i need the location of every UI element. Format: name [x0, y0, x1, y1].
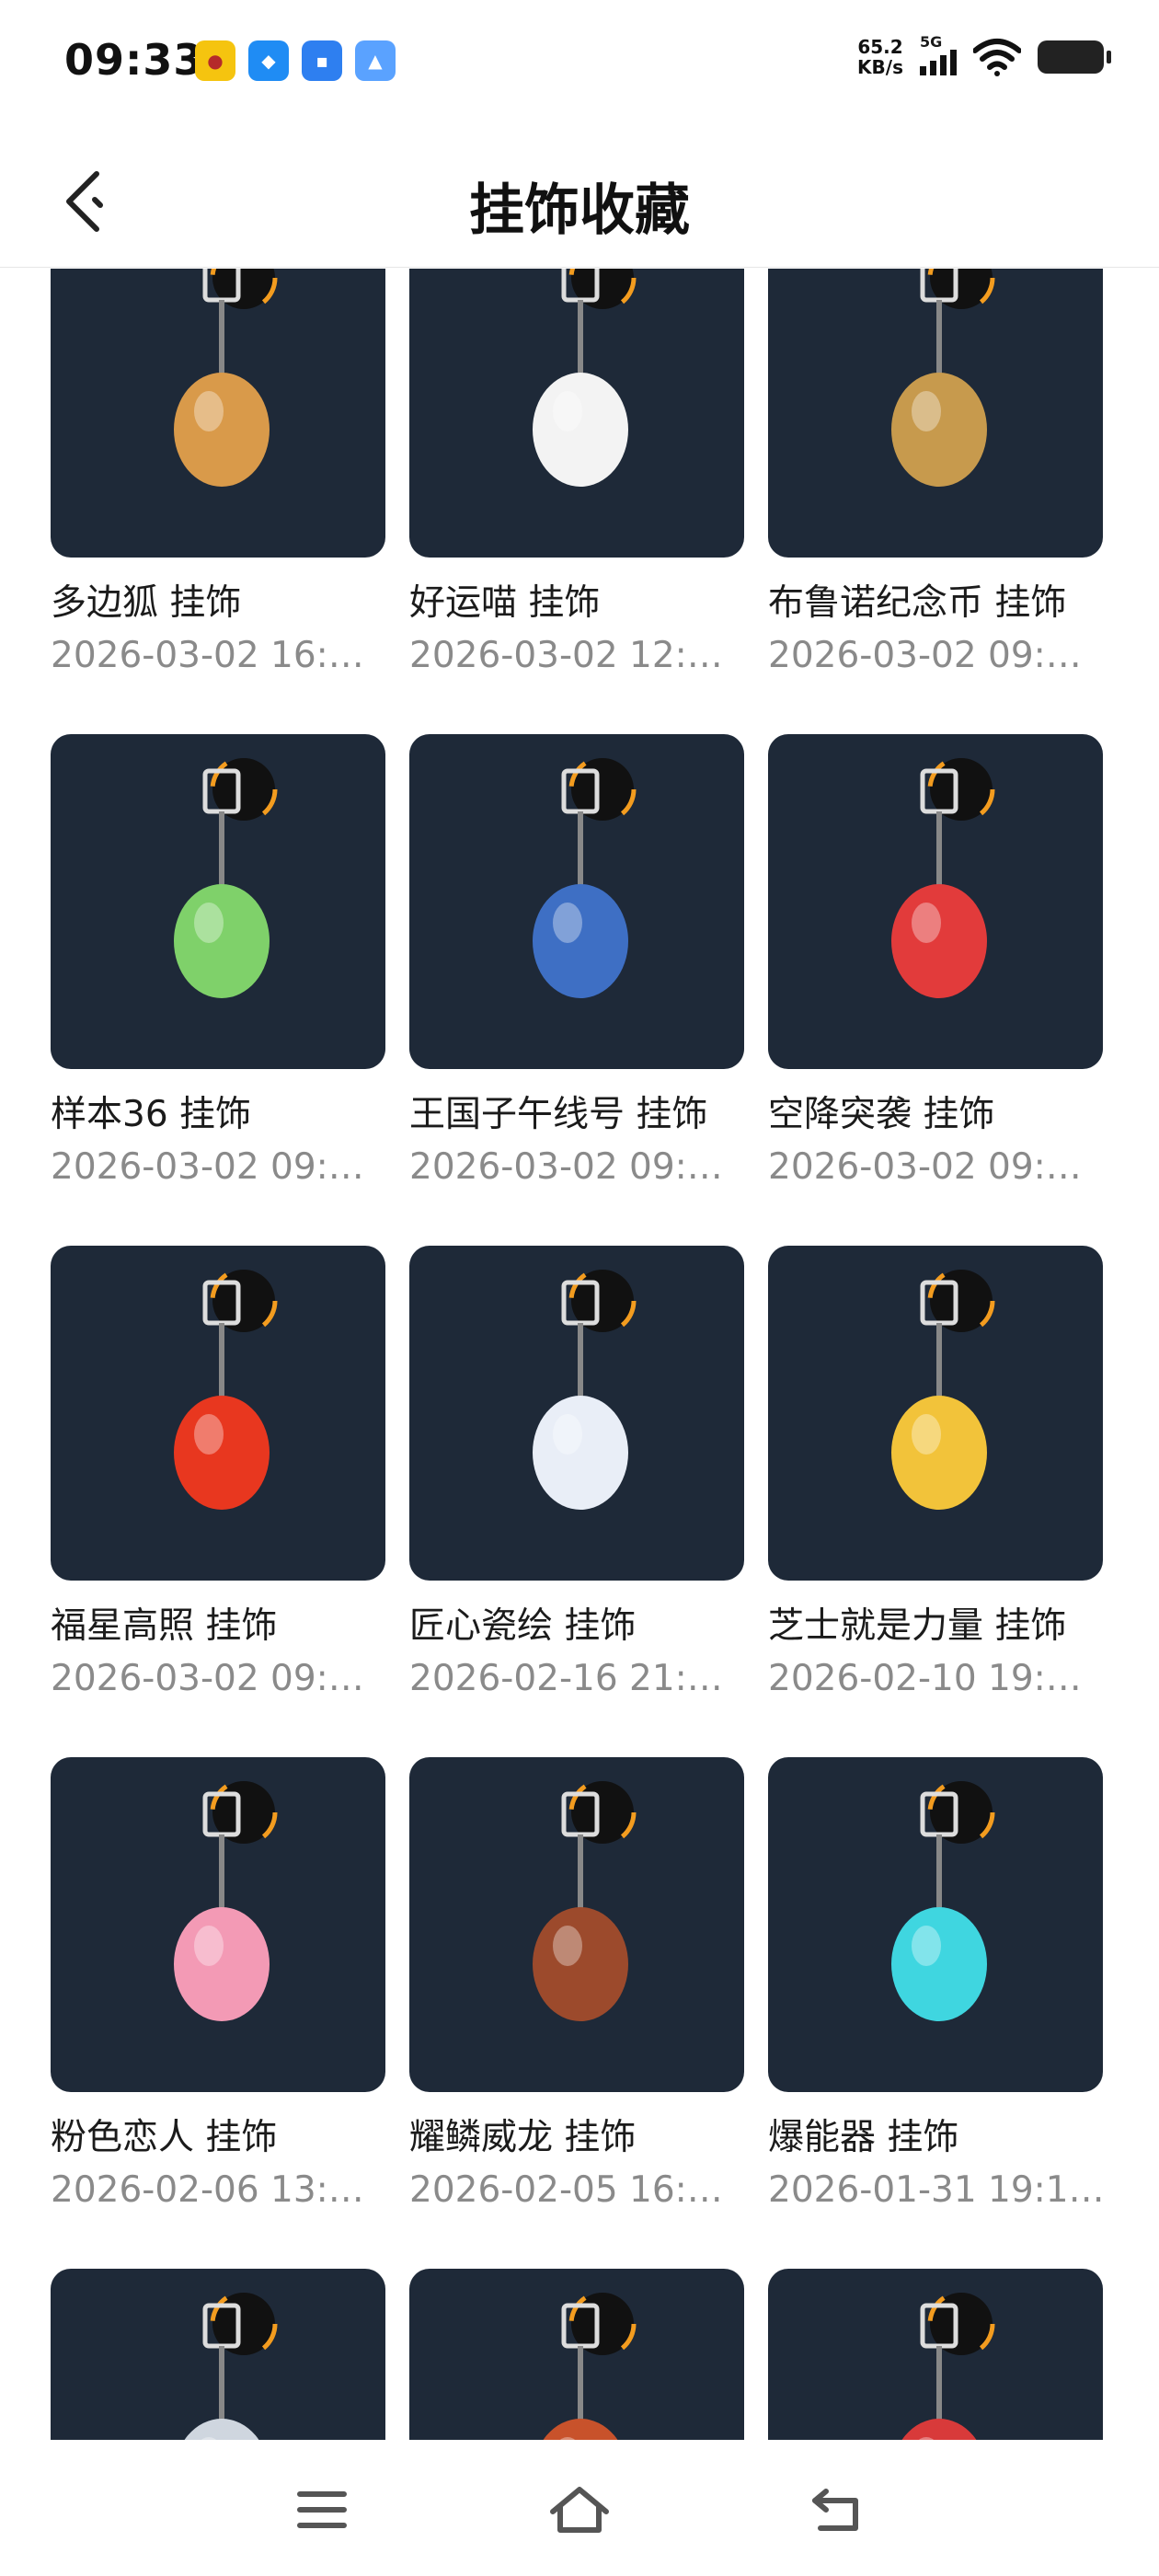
charm-acquired-time: 2026-01-31 19:1… — [768, 2169, 1103, 2211]
collection-card[interactable]: 爆能器 挂饰 2026-01-31 19:1… — [768, 1757, 1103, 2211]
charm-name: 多边狐 挂饰 — [51, 582, 242, 624]
collection-card[interactable]: 王国子午线号 挂饰 2026-03-02 09:… — [409, 734, 744, 1188]
collection-card[interactable]: 样本36 挂饰 2026-03-02 09:… — [51, 734, 385, 1188]
charm-acquired-time: 2026-03-02 09:… — [51, 1658, 364, 1699]
charm-thumbnail — [768, 734, 1103, 1069]
collection-card[interactable]: 匠心瓷绘 挂饰 2026-02-16 21:… — [409, 1246, 744, 1699]
collection-card[interactable]: 布鲁诺纪念币 挂饰 2026-03-02 09:… — [768, 269, 1103, 676]
collection-card[interactable] — [409, 2269, 744, 2440]
charm-acquired-time: 2026-03-02 09:… — [768, 635, 1082, 676]
network-speed-unit: KB/s — [857, 56, 903, 78]
page-title: 挂饰收藏 — [469, 178, 690, 243]
status-app-icons: ● ◆ ▪ ▲ — [195, 40, 396, 81]
charm-thumbnail — [409, 2269, 744, 2440]
charm-name: 耀鳞威龙 挂饰 — [409, 2117, 637, 2158]
charm-image — [891, 1778, 995, 2021]
chat-app-icon: ▪ — [302, 40, 342, 81]
charm-name: 好运喵 挂饰 — [409, 582, 601, 624]
du-app-icon: ◆ — [248, 40, 289, 81]
charm-thumbnail — [409, 734, 744, 1069]
charm-acquired-time: 2026-02-06 13:… — [51, 2169, 364, 2211]
collection-list[interactable]: 多边狐 挂饰 2026-03-02 16:… 好运喵 挂饰 2026-03-02 12… — [0, 269, 1159, 2440]
home-button[interactable] — [538, 2473, 621, 2547]
charm-image — [543, 2290, 637, 2440]
charm-acquired-time: 2026-03-02 12:… — [409, 635, 723, 676]
charm-name: 样本36 挂饰 — [51, 1094, 252, 1135]
charm-name: 匠心瓷绘 挂饰 — [409, 1605, 637, 1647]
battery-icon — [1038, 40, 1111, 74]
charm-name: 空降突袭 挂饰 — [768, 1094, 995, 1135]
charm-acquired-time: 2026-03-02 09:… — [51, 1146, 364, 1188]
collection-card[interactable]: 福星高照 挂饰 2026-03-02 09:… — [51, 1246, 385, 1699]
charm-thumbnail — [768, 1246, 1103, 1581]
charm-name: 芝士就是力量 挂饰 — [768, 1605, 1067, 1647]
collection-card[interactable] — [51, 2269, 385, 2440]
files-app-icon: ▲ — [355, 40, 396, 81]
cellular-signal-icon: 5G — [920, 33, 957, 75]
back-icon — [812, 2489, 858, 2531]
system-nav-bar — [0, 2440, 1159, 2576]
charm-thumbnail — [51, 1246, 385, 1581]
charm-image — [174, 755, 278, 998]
status-indicators: 65.2 KB/s 5G — [857, 33, 1111, 77]
collection-card[interactable]: 好运喵 挂饰 2026-03-02 12:… — [409, 269, 744, 676]
charm-acquired-time: 2026-02-16 21:… — [409, 1658, 723, 1699]
status-time: 09:33 — [64, 35, 204, 85]
status-bar: 09:33 ● ◆ ▪ ▲ 65.2 KB/s 5G — [0, 0, 1159, 129]
charm-acquired-time: 2026-03-02 09:… — [768, 1146, 1082, 1188]
charm-thumbnail — [768, 1757, 1103, 2092]
collection-card[interactable]: 多边狐 挂饰 2026-03-02 16:… — [51, 269, 385, 676]
charm-thumbnail — [409, 269, 744, 558]
charm-acquired-time: 2026-03-02 09:… — [409, 1146, 723, 1188]
charm-acquired-time: 2026-02-10 19:… — [768, 1658, 1082, 1699]
charm-image — [184, 2290, 278, 2440]
charm-image — [891, 269, 995, 487]
charm-image — [533, 755, 637, 998]
collection-card[interactable]: 耀鳞威龙 挂饰 2026-02-05 16:… — [409, 1757, 744, 2211]
charm-thumbnail — [51, 1757, 385, 2092]
collection-card[interactable] — [768, 2269, 1103, 2440]
charm-thumbnail — [409, 1757, 744, 2092]
charm-thumbnail — [768, 2269, 1103, 2440]
charm-image — [174, 269, 278, 487]
back-nav-button[interactable] — [796, 2473, 878, 2547]
collection-card[interactable]: 粉色恋人 挂饰 2026-02-06 13:… — [51, 1757, 385, 2211]
charm-acquired-time: 2026-03-02 16:… — [51, 635, 364, 676]
charm-name: 粉色恋人 挂饰 — [51, 2117, 278, 2158]
charm-image — [533, 269, 637, 487]
charm-image — [901, 2290, 995, 2440]
charm-name: 布鲁诺纪念币 挂饰 — [768, 582, 1067, 624]
charm-name: 王国子午线号 挂饰 — [409, 1094, 708, 1135]
collection-card[interactable]: 芝士就是力量 挂饰 2026-02-10 19:… — [768, 1246, 1103, 1699]
charm-thumbnail — [768, 269, 1103, 558]
menu-button[interactable] — [281, 2473, 363, 2547]
network-speed-value: 65.2 — [857, 36, 903, 58]
collection-card[interactable]: 空降突袭 挂饰 2026-03-02 09:… — [768, 734, 1103, 1188]
network-type-label: 5G — [920, 33, 943, 51]
menu-icon — [297, 2491, 347, 2528]
charm-image — [174, 1778, 278, 2021]
charm-thumbnail — [409, 1246, 744, 1581]
network-speed: 65.2 KB/s — [857, 37, 903, 77]
charm-image — [174, 1267, 278, 1510]
charm-image — [533, 1267, 637, 1510]
charm-thumbnail — [51, 734, 385, 1069]
charm-name: 爆能器 挂饰 — [768, 2117, 959, 2158]
charm-image — [891, 755, 995, 998]
charm-acquired-time: 2026-02-05 16:… — [409, 2169, 723, 2211]
charm-image — [891, 1267, 995, 1510]
header: 挂饰收藏 — [0, 138, 1159, 268]
wifi-icon — [973, 39, 1021, 76]
charm-thumbnail — [51, 2269, 385, 2440]
game-app-icon: ● — [195, 40, 235, 81]
charm-name: 福星高照 挂饰 — [51, 1605, 278, 1647]
home-icon — [550, 2487, 609, 2533]
charm-thumbnail — [51, 269, 385, 558]
charm-image — [533, 1778, 637, 2021]
